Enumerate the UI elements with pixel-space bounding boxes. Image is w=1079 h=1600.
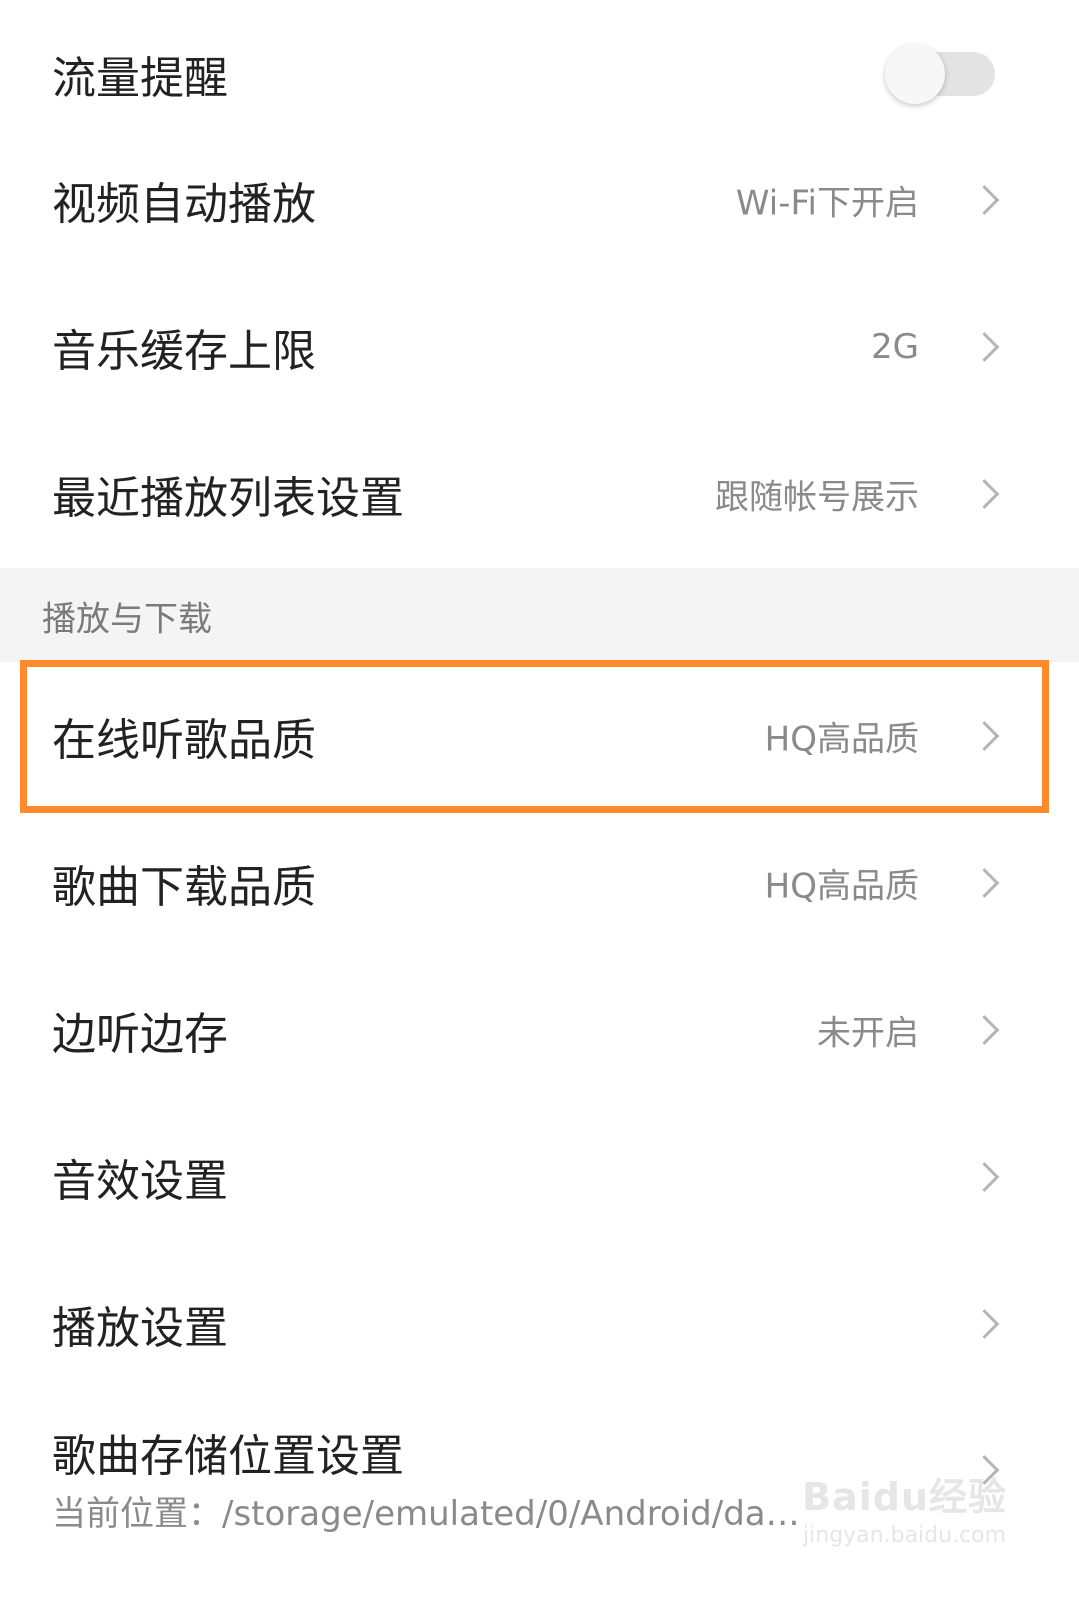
chevron-right-icon xyxy=(969,721,1000,751)
section-header-play-download: 播放与下载 xyxy=(0,568,1079,664)
row-video-autoplay[interactable]: 视频自动播放 Wi-Fi下开启 xyxy=(0,126,1079,274)
row-label: 流量提醒 xyxy=(52,53,228,104)
row-label: 音效设置 xyxy=(52,1156,228,1207)
toggle-knob xyxy=(885,44,945,104)
row-recent-playlist-settings[interactable]: 最近播放列表设置 跟随帐号展示 xyxy=(0,420,1079,568)
settings-list: 流量提醒 视频自动播放 Wi-Fi下开启 音乐缓存上限 2G 最近播放列表设置 … xyxy=(0,0,1079,1600)
row-label: 视频自动播放 xyxy=(52,179,316,230)
row-value: 跟随帐号展示 xyxy=(715,477,919,518)
row-value: Wi-Fi下开启 xyxy=(735,183,919,224)
row-value: 未开启 xyxy=(817,1013,919,1054)
row-music-cache-limit[interactable]: 音乐缓存上限 2G xyxy=(0,273,1079,421)
watermark: Baidu经验 jingyan.baidu.com xyxy=(802,1466,1007,1548)
data-usage-alert-toggle[interactable] xyxy=(885,44,995,104)
row-cache-while-listening[interactable]: 边听边存 未开启 xyxy=(0,956,1079,1104)
row-label: 音乐缓存上限 xyxy=(52,326,316,377)
chevron-right-icon xyxy=(969,332,1000,362)
chevron-right-icon xyxy=(969,1162,1000,1192)
chevron-right-icon xyxy=(969,1015,1000,1045)
section-title: 播放与下载 xyxy=(42,599,212,640)
row-label: 最近播放列表设置 xyxy=(52,473,404,524)
watermark-url: jingyan.baidu.com xyxy=(803,1523,1007,1548)
row-sound-effects-settings[interactable]: 音效设置 xyxy=(0,1103,1079,1251)
row-playback-settings[interactable]: 播放设置 xyxy=(0,1250,1079,1398)
row-value: HQ高品质 xyxy=(764,866,919,907)
chevron-right-icon xyxy=(969,185,1000,215)
row-value: 2G xyxy=(871,327,919,367)
row-label: 歌曲下载品质 xyxy=(52,862,316,913)
row-label: 歌曲存储位置设置 xyxy=(52,1431,404,1482)
row-download-quality[interactable]: 歌曲下载品质 HQ高品质 xyxy=(0,809,1079,957)
watermark-brand: Baidu经验 xyxy=(802,1475,1007,1519)
chevron-right-icon xyxy=(969,868,1000,898)
row-subtitle: 当前位置：/storage/emulated/0/Android/dat… xyxy=(52,1494,812,1534)
row-label: 在线听歌品质 xyxy=(52,715,316,766)
chevron-right-icon xyxy=(969,1309,1000,1339)
row-value: HQ高品质 xyxy=(764,719,919,760)
row-online-stream-quality[interactable]: 在线听歌品质 HQ高品质 xyxy=(0,662,1079,810)
row-label: 边听边存 xyxy=(52,1009,228,1060)
row-label: 播放设置 xyxy=(52,1303,228,1354)
chevron-right-icon xyxy=(969,479,1000,509)
